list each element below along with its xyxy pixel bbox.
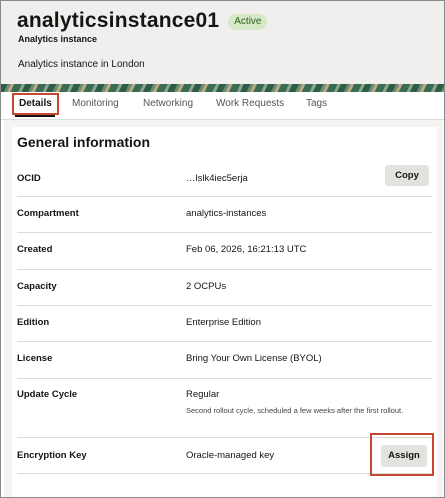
update-cycle-value: Regular <box>186 389 220 400</box>
copy-button[interactable]: Copy <box>385 165 429 186</box>
edition-value: Enterprise Edition <box>186 317 261 328</box>
content-area: General information OCID …lslk4iec5erja … <box>4 120 443 497</box>
details-window: analyticsinstance01 Active Analytics ins… <box>0 0 445 498</box>
resource-description: Analytics instance in London <box>18 59 145 70</box>
capacity-value: 2 OCPUs <box>186 281 227 292</box>
info-row-encryption-key: Encryption Key Oracle-managed key Assign <box>17 438 432 474</box>
section-title: General information <box>17 134 151 150</box>
info-row-license: License Bring Your Own License (BYOL) <box>17 342 432 379</box>
row-label: Update Cycle <box>17 389 78 400</box>
general-information-panel: General information OCID …lslk4iec5erja … <box>12 127 437 497</box>
tab-work-requests[interactable]: Work Requests <box>216 92 284 119</box>
tab-bar: Details Monitoring Networking Work Reque… <box>1 92 444 120</box>
info-row-ocid: OCID …lslk4iec5erja Copy <box>17 160 432 197</box>
encryption-key-value: Oracle-managed key <box>186 450 275 461</box>
resource-type: Analytics instance <box>18 34 98 44</box>
row-label: Created <box>17 244 53 255</box>
row-label: Edition <box>17 317 50 328</box>
active-tab-indicator <box>15 114 55 117</box>
header-banner <box>1 84 444 92</box>
row-label: Capacity <box>17 281 57 292</box>
created-value: Feb 06, 2026, 16:21:13 UTC <box>186 244 307 255</box>
info-row-compartment: Compartment analytics-instances <box>17 197 432 233</box>
tab-tags[interactable]: Tags <box>306 92 327 119</box>
compartment-value: analytics-instances <box>186 208 267 219</box>
status-badge: Active <box>228 13 268 30</box>
title-row: analyticsinstance01 Active <box>17 9 268 33</box>
info-row-edition: Edition Enterprise Edition <box>17 306 432 342</box>
tab-monitoring[interactable]: Monitoring <box>72 92 119 119</box>
info-row-created: Created Feb 06, 2026, 16:21:13 UTC <box>17 233 432 270</box>
row-label: Encryption Key <box>17 450 87 461</box>
assign-button[interactable]: Assign <box>381 445 427 467</box>
row-label: Compartment <box>17 208 79 219</box>
license-value: Bring Your Own License (BYOL) <box>186 353 322 364</box>
update-cycle-note: Second rollout cycle, scheduled a few we… <box>186 406 404 415</box>
page-header: analyticsinstance01 Active Analytics ins… <box>1 1 444 84</box>
tab-networking[interactable]: Networking <box>143 92 193 119</box>
ocid-value: …lslk4iec5erja <box>186 173 248 184</box>
row-label: License <box>17 353 53 364</box>
row-label: OCID <box>17 173 41 184</box>
info-row-update-cycle: Update Cycle Regular Second rollout cycl… <box>17 379 432 438</box>
page-title: analyticsinstance01 <box>17 9 220 32</box>
info-row-capacity: Capacity 2 OCPUs <box>17 270 432 306</box>
